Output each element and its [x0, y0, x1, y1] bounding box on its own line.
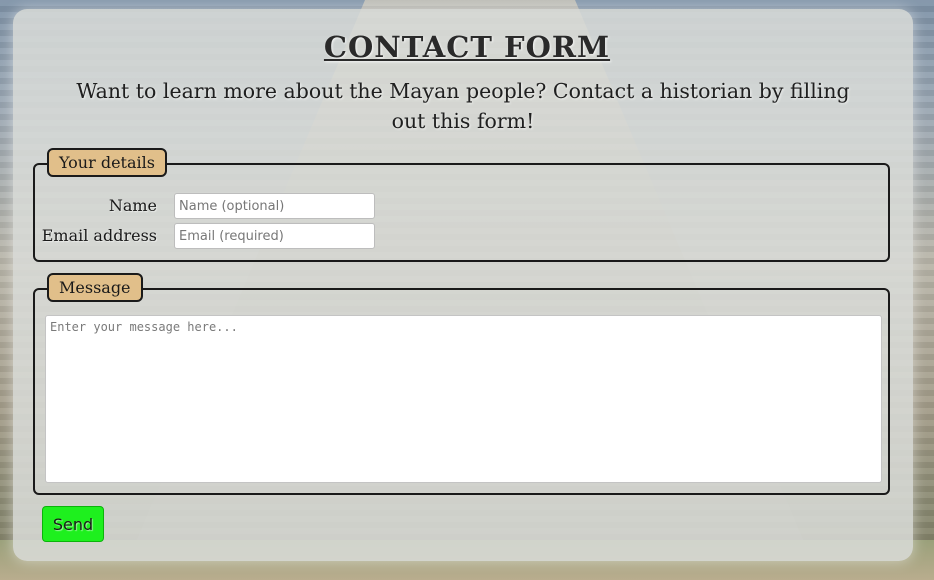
details-fieldset: Your details Name Email address: [33, 148, 890, 262]
intro-text: Want to learn more about the Mayan peopl…: [76, 79, 850, 133]
email-input[interactable]: [174, 223, 375, 249]
name-row: Name: [35, 193, 888, 219]
email-label: Email address: [41, 226, 157, 245]
message-legend: Message: [47, 273, 143, 302]
send-button[interactable]: Send: [42, 506, 104, 542]
email-row: Email address: [35, 223, 888, 249]
page-title: CONTACT FORM: [323, 30, 611, 64]
details-legend: Your details: [47, 148, 167, 177]
message-textarea[interactable]: [45, 315, 882, 483]
name-input[interactable]: [174, 193, 375, 219]
message-fieldset: Message: [33, 273, 890, 495]
name-label: Name: [108, 196, 157, 215]
